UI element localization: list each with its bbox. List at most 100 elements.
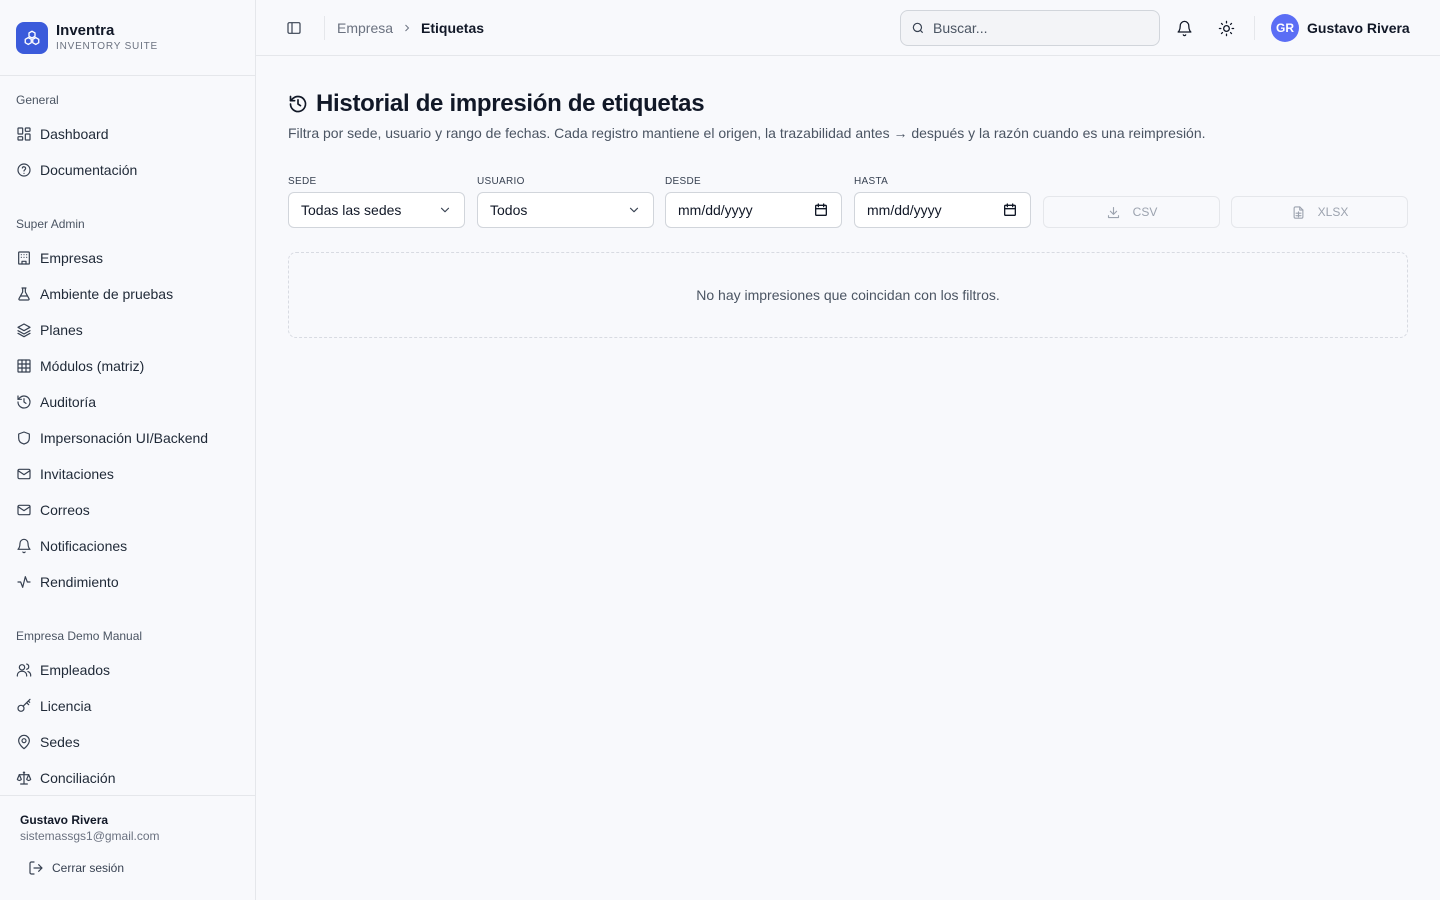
footer-user-email: sistemassgs1@gmail.com <box>20 829 160 843</box>
chevron-down-icon <box>440 207 450 213</box>
theme-toggle-button[interactable] <box>1212 14 1240 42</box>
sidebar-item-empresas[interactable]: Empresas <box>8 240 247 276</box>
search-icon <box>912 22 924 34</box>
filter-desde: DESDE mm/dd/yyyy <box>665 176 842 228</box>
nav-group-empresa-demo: Empresa Demo Manual <box>16 629 143 643</box>
sidebar-item-label: Auditoría <box>40 394 97 410</box>
flask-icon <box>18 287 30 301</box>
panel-left-icon <box>287 22 301 34</box>
filter-desde-label: DESDE <box>665 176 701 187</box>
usuario-select-value: Todos <box>490 202 528 218</box>
sidebar-item-label: Empresas <box>40 250 104 266</box>
filters-bar: SEDE Todas las sedes USUARIO Todos DESDE… <box>288 176 1408 228</box>
calendar-icon[interactable] <box>813 202 829 218</box>
sidebar-item-label: Ambiente de pruebas <box>40 286 174 302</box>
sidebar-item-conciliacion[interactable]: Conciliación <box>8 760 247 796</box>
notifications-button[interactable] <box>1170 14 1198 42</box>
layout-grid-icon <box>17 127 31 141</box>
search-input[interactable] <box>933 20 1133 36</box>
download-icon <box>1107 206 1119 218</box>
breadcrumb-etiquetas: Etiquetas <box>421 20 485 36</box>
shield-icon <box>18 431 30 445</box>
brand[interactable]: Inventra INVENTORY SUITE <box>0 0 255 76</box>
sede-select-value: Todas las sedes <box>301 202 402 218</box>
activity-icon <box>17 576 31 588</box>
sidebar: Inventra INVENTORY SUITE General Dashboa… <box>0 0 256 900</box>
sidebar-item-label: Empleados <box>40 662 111 678</box>
sidebar-item-documentacion[interactable]: Documentación <box>8 152 247 188</box>
sidebar-item-label: Módulos (matriz) <box>40 358 145 374</box>
sidebar-item-label: Licencia <box>40 698 92 714</box>
sidebar-item-invitaciones[interactable]: Invitaciones <box>8 456 247 492</box>
sidebar-item-label: Rendimiento <box>40 574 119 590</box>
sidebar-item-dashboard[interactable]: Dashboard <box>8 116 247 152</box>
export-csv-label: CSV <box>1132 205 1158 219</box>
filter-usuario-label: USUARIO <box>477 176 525 187</box>
sidebar-item-sedes[interactable]: Sedes <box>8 724 247 760</box>
sidebar-item-rendimiento[interactable]: Rendimiento <box>8 564 247 600</box>
filter-hasta-label: HASTA <box>854 176 889 187</box>
export-xlsx-label: XLSX <box>1317 205 1349 219</box>
empty-state: No hay impresiones que coincidan con los… <box>288 252 1408 338</box>
sidebar-item-label: Sedes <box>40 734 80 750</box>
avatar: GR <box>1271 14 1299 42</box>
cubes-icon <box>16 21 48 54</box>
topbar: Empresa Etiquetas GR Gustavo Rivera <box>256 0 1440 56</box>
map-pin-icon <box>18 734 30 750</box>
sidebar-item-empleados[interactable]: Empleados <box>8 652 247 688</box>
filter-hasta: HASTA mm/dd/yyyy <box>854 176 1031 228</box>
search-box[interactable] <box>900 10 1160 46</box>
building-icon <box>18 251 30 265</box>
calendar-icon[interactable] <box>1002 202 1018 218</box>
footer-user-name: Gustavo Rivera <box>20 813 109 827</box>
sidebar-item-modulos[interactable]: Módulos (matriz) <box>8 348 247 384</box>
bell-icon <box>1176 20 1192 36</box>
nav-group-super-admin: Super Admin <box>16 217 85 231</box>
logout-label: Cerrar sesión <box>52 861 125 875</box>
sidebar-item-correos[interactable]: Correos <box>8 492 247 528</box>
chevron-right-icon <box>405 24 410 32</box>
mail-icon <box>17 468 31 480</box>
history-icon <box>17 395 31 409</box>
sede-select[interactable]: Todas las sedes <box>288 192 465 228</box>
logout-icon <box>29 861 43 875</box>
scale-icon <box>16 771 32 785</box>
sidebar-item-label: Correos <box>40 502 90 518</box>
logout-button[interactable]: Cerrar sesión <box>20 856 235 880</box>
brand-name: Inventra <box>56 21 115 39</box>
sidebar-item-label: Documentación <box>40 162 138 178</box>
desde-date-input[interactable]: mm/dd/yyyy <box>665 192 842 228</box>
topbar-divider <box>324 16 325 40</box>
file-spreadsheet-icon <box>1293 205 1304 219</box>
brand-subtitle: INVENTORY SUITE <box>56 40 159 52</box>
breadcrumb-empresa[interactable]: Empresa <box>337 20 393 36</box>
sidebar-item-label: Invitaciones <box>40 466 114 482</box>
main-content: Historial de impresión de etiquetas Filt… <box>256 56 1440 900</box>
sidebar-item-label: Impersonación UI/Backend <box>40 430 209 446</box>
page-header: Historial de impresión de etiquetas <box>288 90 705 118</box>
page-title: Historial de impresión de etiquetas <box>316 90 705 117</box>
sun-icon <box>1218 20 1234 36</box>
sidebar-item-impersonacion[interactable]: Impersonación UI/Backend <box>8 420 247 456</box>
desde-date-value: mm/dd/yyyy <box>678 202 753 218</box>
export-csv-button[interactable]: CSV <box>1043 196 1220 228</box>
user-menu[interactable]: GR Gustavo Rivera <box>1271 14 1410 42</box>
table-icon <box>17 359 31 373</box>
export-xlsx-button[interactable]: XLSX <box>1231 196 1408 228</box>
sidebar-item-notificaciones[interactable]: Notificaciones <box>8 528 247 564</box>
usuario-select[interactable]: Todos <box>477 192 654 228</box>
filter-sede-label: SEDE <box>288 176 317 187</box>
sidebar-item-licencia[interactable]: Licencia <box>8 688 247 724</box>
sidebar-item-ambiente-pruebas[interactable]: Ambiente de pruebas <box>8 276 247 312</box>
key-icon <box>17 698 31 712</box>
sidebar-item-label: Planes <box>40 322 83 338</box>
sidebar-toggle-button[interactable] <box>280 14 308 42</box>
nav-group-general: General <box>16 93 59 107</box>
users-icon <box>16 663 32 677</box>
sidebar-item-auditoria[interactable]: Auditoría <box>8 384 247 420</box>
sidebar-item-planes[interactable]: Planes <box>8 312 247 348</box>
layers-icon <box>17 323 31 338</box>
help-circle-icon <box>17 163 31 177</box>
page-subtitle: Filtra por sede, usuario y rango de fech… <box>288 125 1206 141</box>
hasta-date-input[interactable]: mm/dd/yyyy <box>854 192 1031 228</box>
